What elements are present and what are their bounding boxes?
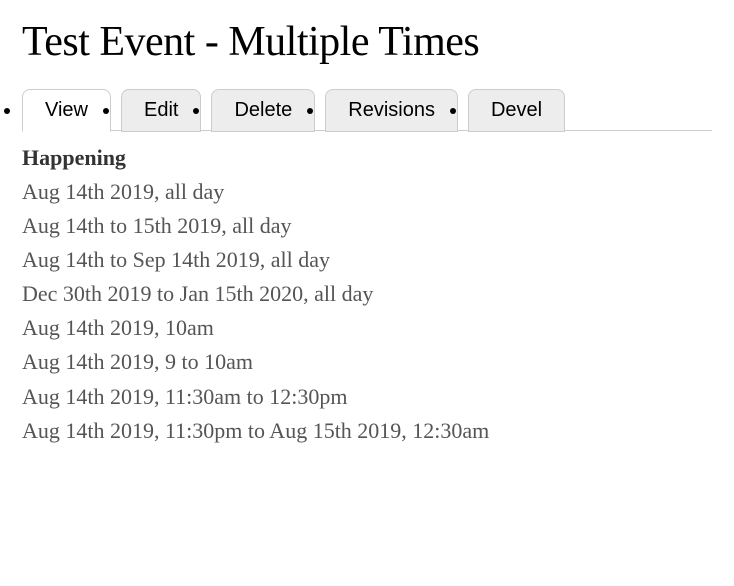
date-item: Aug 14th 2019, 9 to 10am: [22, 345, 712, 379]
date-item: Aug 14th 2019, 11:30pm to Aug 15th 2019,…: [22, 414, 712, 448]
tab-devel[interactable]: Devel: [468, 89, 565, 132]
date-item: Aug 14th 2019, 10am: [22, 311, 712, 345]
date-item: Aug 14th 2019, all day: [22, 175, 712, 209]
tab-view[interactable]: View: [22, 89, 111, 132]
tab-edit[interactable]: Edit: [121, 89, 201, 132]
field-label: Happening: [22, 145, 712, 171]
happening-field: Happening Aug 14th 2019, all day Aug 14t…: [22, 145, 712, 448]
date-item: Aug 14th 2019, 11:30am to 12:30pm: [22, 380, 712, 414]
tab-revisions[interactable]: Revisions: [325, 89, 458, 132]
date-item: Dec 30th 2019 to Jan 15th 2020, all day: [22, 277, 712, 311]
page-title: Test Event - Multiple Times: [22, 18, 712, 66]
date-list: Aug 14th 2019, all day Aug 14th to 15th …: [22, 175, 712, 448]
tabs: View Edit Delete Revisions Devel: [22, 88, 712, 131]
date-item: Aug 14th to 15th 2019, all day: [22, 209, 712, 243]
date-item: Aug 14th to Sep 14th 2019, all day: [22, 243, 712, 277]
tab-delete[interactable]: Delete: [211, 89, 315, 132]
